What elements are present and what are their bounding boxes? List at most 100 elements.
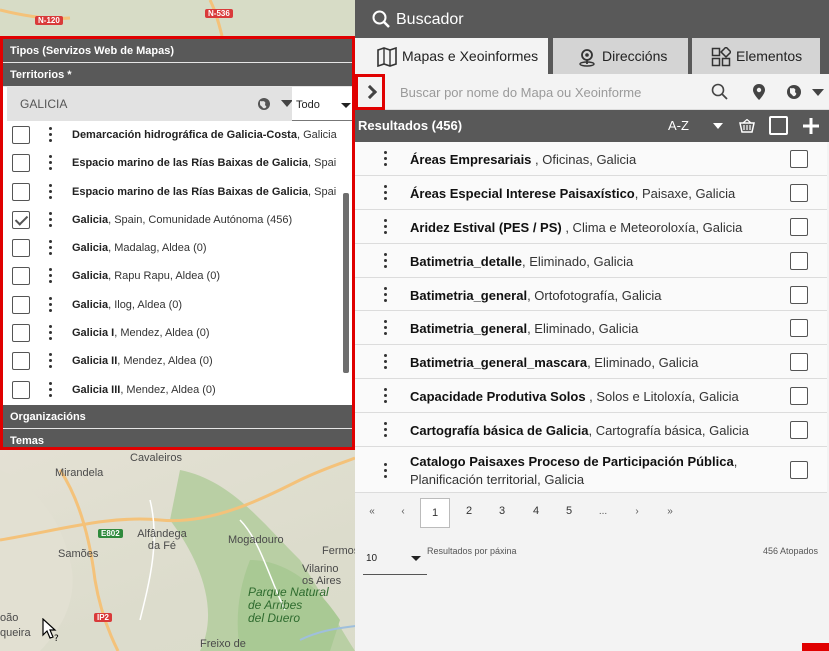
territory-checkbox[interactable] (12, 182, 30, 201)
territory-item[interactable]: Galicia, Spain, Comunidade Autónoma (456… (3, 206, 352, 234)
search-input[interactable] (390, 74, 690, 110)
kebab-menu-icon[interactable] (49, 353, 53, 369)
kebab-menu-icon[interactable] (384, 354, 388, 370)
add-icon[interactable] (802, 117, 820, 135)
result-checkbox[interactable] (790, 387, 808, 406)
territory-item[interactable]: Espacio marino de las Rías Baixas de Gal… (3, 178, 352, 206)
territory-scope-select[interactable]: Todo (292, 87, 352, 121)
kebab-menu-icon[interactable] (49, 183, 53, 200)
result-checkbox[interactable] (790, 319, 808, 338)
result-label[interactable]: Catalogo Paisaxes Proceso de Participaci… (410, 453, 780, 489)
kebab-menu-icon[interactable] (49, 211, 53, 228)
territory-checkbox[interactable] (12, 210, 30, 229)
result-label[interactable]: Batimetria_general, Ortofotografía, Gali… (410, 288, 661, 303)
chevron-down-icon[interactable] (713, 123, 723, 129)
territory-checkbox[interactable] (12, 154, 30, 173)
territories-header[interactable]: Territorios * (3, 63, 352, 87)
territory-item[interactable]: Galicia III, Mendez, Aldea (0) (3, 376, 352, 404)
kebab-menu-icon[interactable] (49, 240, 53, 256)
kebab-menu-icon[interactable] (49, 155, 53, 171)
result-checkbox[interactable] (790, 421, 808, 440)
territory-list-scrollbar[interactable] (343, 193, 349, 373)
kebab-menu-icon[interactable] (49, 127, 53, 143)
result-label[interactable]: Batimetria_general_mascara, Eliminado, G… (410, 355, 698, 370)
result-label[interactable]: Áreas Empresariais , Oficinas, Galicia (410, 152, 636, 167)
pagination-page-4[interactable]: 4 (521, 505, 551, 517)
result-label[interactable]: Batimetria_detalle, Eliminado, Galicia (410, 254, 633, 269)
kebab-menu-icon[interactable] (384, 422, 388, 438)
pagination-page-5[interactable]: 5 (554, 505, 584, 517)
per-page-select[interactable]: 10 (363, 545, 427, 575)
result-checkbox[interactable] (790, 217, 808, 236)
result-checkbox[interactable] (790, 150, 808, 168)
sort-select[interactable]: A-Z (668, 118, 689, 133)
result-item[interactable]: Aridez Estival (PES / PS) , Clima e Mete… (355, 209, 827, 244)
tab-maps[interactable]: Mapas e Xeoinformes (355, 38, 548, 74)
pagination-page-3[interactable]: 3 (487, 505, 517, 517)
territory-item[interactable]: Galicia II, Mendez, Aldea (0) (3, 347, 352, 375)
result-item[interactable]: Capacidade Produtiva Solos , Solos e Lit… (355, 379, 827, 414)
result-item[interactable]: Catalogo Paisaxes Proceso de Participaci… (355, 447, 827, 494)
territory-checkbox[interactable] (12, 239, 30, 258)
result-item[interactable]: Batimetria_general, Eliminado, Galicia (355, 311, 827, 346)
tab-addresses[interactable]: Direccións (553, 38, 688, 74)
territory-search-input[interactable]: GALICIA (20, 97, 67, 111)
pagination-page-2[interactable]: 2 (454, 505, 484, 517)
tab-elements[interactable]: Elementos (692, 38, 820, 74)
kebab-menu-icon[interactable] (384, 388, 388, 404)
result-checkbox[interactable] (790, 353, 808, 372)
territory-item[interactable]: Espacio marino de las Rías Baixas de Gal… (3, 149, 352, 177)
result-item[interactable]: Batimetria_general, Ortofotografía, Gali… (355, 277, 827, 312)
kebab-menu-icon[interactable] (49, 268, 53, 284)
result-checkbox[interactable] (790, 183, 808, 202)
territory-checkbox[interactable] (12, 380, 30, 399)
pagination-first[interactable]: « (357, 506, 387, 517)
territory-item[interactable]: Galicia, Ilog, Aldea (0) (3, 291, 352, 319)
pagination-page-1[interactable]: 1 (420, 498, 450, 529)
territory-checkbox[interactable] (12, 126, 30, 144)
kebab-menu-icon[interactable] (384, 151, 388, 167)
kebab-menu-icon[interactable] (384, 252, 388, 269)
territory-item[interactable]: Galicia, Madalag, Aldea (0) (3, 234, 352, 262)
select-all-checkbox[interactable] (769, 116, 788, 135)
result-checkbox[interactable] (790, 461, 808, 480)
expand-filters-button[interactable] (355, 74, 385, 110)
territory-item[interactable]: Demarcación hidrográfica de Galicia-Cost… (3, 121, 352, 149)
globe-icon[interactable] (785, 83, 803, 101)
chevron-down-icon[interactable] (812, 89, 824, 96)
result-checkbox[interactable] (790, 251, 808, 270)
basket-icon[interactable] (739, 119, 755, 133)
globe-icon[interactable] (257, 97, 271, 111)
kebab-menu-icon[interactable] (384, 320, 388, 336)
kebab-menu-icon[interactable] (384, 463, 388, 479)
territory-item[interactable]: Galicia I, Mendez, Aldea (0) (3, 319, 352, 347)
result-item[interactable]: Batimetria_detalle, Eliminado, Galicia (355, 243, 827, 278)
search-icon[interactable] (711, 83, 729, 101)
territory-item[interactable]: Galicia, Rapu Rapu, Aldea (0) (3, 262, 352, 290)
pagination-last[interactable]: » (655, 506, 685, 517)
result-checkbox[interactable] (790, 285, 808, 304)
territory-checkbox[interactable] (12, 324, 30, 343)
kebab-menu-icon[interactable] (49, 325, 53, 341)
pagination-prev[interactable]: ‹ (388, 506, 418, 517)
territory-checkbox[interactable] (12, 267, 30, 286)
result-label[interactable]: Aridez Estival (PES / PS) , Clima e Mete… (410, 220, 742, 235)
result-label[interactable]: Capacidade Produtiva Solos , Solos e Lit… (410, 389, 739, 404)
pagination-next[interactable]: › (622, 506, 652, 517)
kebab-menu-icon[interactable] (49, 296, 53, 313)
kebab-menu-icon[interactable] (384, 184, 388, 201)
territory-checkbox[interactable] (12, 295, 30, 314)
location-pin-icon[interactable] (750, 83, 768, 101)
territory-checkbox[interactable] (12, 352, 30, 371)
organizations-header[interactable]: Organizacións (3, 405, 352, 429)
result-item[interactable]: Batimetria_general_mascara, Eliminado, G… (355, 345, 827, 380)
result-item[interactable]: Áreas Empresariais , Oficinas, Galicia (355, 142, 827, 176)
types-header[interactable]: Tipos (Servizos Web de Mapas) (3, 39, 352, 63)
result-label[interactable]: Áreas Especial Interese Paisaxístico, Pa… (410, 186, 735, 201)
kebab-menu-icon[interactable] (49, 381, 53, 398)
result-label[interactable]: Batimetria_general, Eliminado, Galicia (410, 321, 638, 336)
themes-header[interactable]: Temas (3, 429, 352, 447)
kebab-menu-icon[interactable] (384, 218, 388, 235)
result-item[interactable]: Cartografía básica de Galicia, Cartograf… (355, 413, 827, 448)
kebab-menu-icon[interactable] (384, 286, 388, 303)
